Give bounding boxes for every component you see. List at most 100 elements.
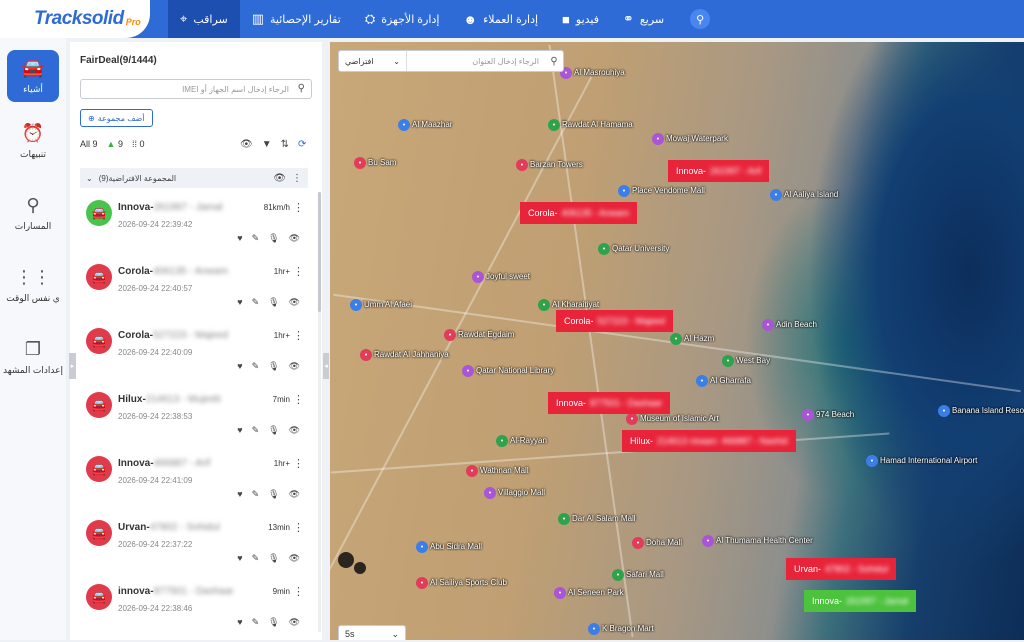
eye-icon[interactable]: 👁 <box>289 553 300 564</box>
eye-icon[interactable]: 👁 <box>289 425 300 436</box>
place-marker-icon[interactable]: • <box>626 413 638 425</box>
place-marker-icon[interactable]: • <box>416 541 428 553</box>
favorite-icon[interactable]: ♥ <box>237 553 242 564</box>
address-search-input[interactable]: الرجاء إدخال العنوان <box>407 57 545 66</box>
place-marker-icon[interactable]: • <box>472 271 484 283</box>
edit-icon[interactable]: ✎ <box>252 553 260 564</box>
place-marker-icon[interactable]: • <box>598 243 610 255</box>
vehicle-marker-label[interactable]: Urvan- 47802 - Sohidul <box>786 558 897 580</box>
vehicle-marker-label[interactable]: Corola- 406135 - Anwam <box>520 202 638 224</box>
refresh-interval-select[interactable]: 5s ⌄ <box>338 625 406 640</box>
place-marker-icon[interactable]: • <box>538 299 550 311</box>
favorite-icon[interactable]: ♥ <box>237 425 242 436</box>
place-marker-icon[interactable]: • <box>612 569 624 581</box>
brand-logo[interactable]: Tracksolid Pro <box>0 0 150 38</box>
eye-icon[interactable]: 👁 <box>289 489 300 500</box>
favorite-icon[interactable]: ♥ <box>237 233 242 244</box>
refresh-icon[interactable]: ⟳ <box>298 139 306 150</box>
favorite-icon[interactable]: ♥ <box>237 617 242 628</box>
filter-online[interactable]: ▲ 9 <box>107 139 123 149</box>
map-view[interactable]: • Al Masrouhiya • Al Maazhar • Rawdat Al Hama… <box>330 42 1024 640</box>
microphone-icon[interactable]: 🎙 <box>268 233 279 244</box>
vehicle-marker-label[interactable]: Innova- 261997 - Jamal <box>804 590 917 612</box>
place-marker-icon[interactable]: • <box>770 189 782 201</box>
place-marker-icon[interactable]: • <box>516 159 528 171</box>
device-row[interactable]: 🚘 Corola-406135 - Anwam 2026-09-24 22:40:5… <box>80 258 308 322</box>
more-icon[interactable]: ⋮ <box>293 393 304 406</box>
device-row[interactable]: 🚘 Hilux-214613 - Mujeeb 2026-09-24 22:38:5… <box>80 386 308 450</box>
filter-offline[interactable]: ⁞⁞ 0 <box>132 139 145 149</box>
place-marker-icon[interactable]: • <box>802 409 814 421</box>
nav-devices[interactable]: ⛭ إدارة الأجهزة <box>353 0 452 38</box>
filter-all[interactable]: All 9 <box>80 139 98 149</box>
nav-video[interactable]: ■ فيديو <box>550 0 611 38</box>
place-marker-icon[interactable]: • <box>354 157 366 169</box>
place-marker-icon[interactable]: • <box>466 465 478 477</box>
favorite-icon[interactable]: ♥ <box>237 361 242 372</box>
add-group-button[interactable]: ⊕ أضف مجموعة <box>80 109 153 127</box>
place-marker-icon[interactable]: • <box>398 119 410 131</box>
vehicle-marker-label[interactable]: Innova- 261997 - Arif <box>668 160 770 182</box>
eye-icon[interactable]: 👁 <box>289 297 300 308</box>
microphone-icon[interactable]: 🎙 <box>268 489 279 500</box>
map-type-select[interactable]: افتراضي ⌄ <box>339 51 407 71</box>
place-marker-icon[interactable]: • <box>588 623 600 635</box>
place-marker-icon[interactable]: • <box>444 329 456 341</box>
place-marker-icon[interactable]: • <box>484 487 496 499</box>
sidebar-item-routes[interactable]: ⚲ المسارات <box>0 180 66 246</box>
microphone-icon[interactable]: 🎙 <box>268 297 279 308</box>
collapse-sidebar-handle[interactable]: ▸ <box>69 353 76 379</box>
eye-icon[interactable]: 👁 <box>289 361 300 372</box>
nav-monitor[interactable]: ⌖ سراقب <box>168 0 240 38</box>
microphone-icon[interactable]: 🎙 <box>268 617 279 628</box>
place-marker-icon[interactable]: • <box>360 349 372 361</box>
nav-customers[interactable]: ☻ إدارة العملاء <box>451 0 550 38</box>
device-row[interactable]: 🚘 Innova-261997 - Jamal 2026-09-24 22:39:4… <box>80 194 308 258</box>
place-marker-icon[interactable]: • <box>722 355 734 367</box>
global-search-button[interactable]: ⚲ <box>690 9 711 29</box>
device-search-input[interactable]: الرجاء إدخال اسم الجهاز أو IMEI ⚲ <box>80 79 312 99</box>
place-marker-icon[interactable]: • <box>670 333 682 345</box>
place-marker-icon[interactable]: • <box>702 535 714 547</box>
favorite-icon[interactable]: ♥ <box>237 489 242 500</box>
place-marker-icon[interactable]: • <box>632 537 644 549</box>
device-row[interactable]: 🚘 Corola-527223 - Majeed 2026-09-24 22:40:… <box>80 322 308 386</box>
edit-icon[interactable]: ✎ <box>252 297 260 308</box>
group-header[interactable]: ⌄ المجموعة الافتراضية(9) 👁 ⋮ <box>80 168 308 188</box>
more-icon[interactable]: ⋮ <box>293 265 304 278</box>
place-marker-icon[interactable]: • <box>938 405 950 417</box>
place-marker-icon[interactable]: • <box>554 587 566 599</box>
sidebar-item-multiscreen[interactable]: ⋮⋮ ي نفس الوقت <box>0 252 66 318</box>
nav-quick[interactable]: ⚭ سريع <box>611 0 676 38</box>
vehicle-marker-label[interactable]: Hilux- 214613 nisaan- 466887 - Nashid <box>622 430 796 452</box>
more-icon[interactable]: ⋮ <box>293 329 304 342</box>
edit-icon[interactable]: ✎ <box>252 425 260 436</box>
place-marker-icon[interactable]: • <box>496 435 508 447</box>
sidebar-item-objects[interactable]: 🚘 أشياء <box>7 50 59 102</box>
device-row[interactable]: 🚘 Urvan-47802 - Sohidul 2026-09-24 22:37:2… <box>80 514 308 578</box>
more-icon[interactable]: ⋮ <box>293 585 304 598</box>
place-marker-icon[interactable]: • <box>866 455 878 467</box>
place-marker-icon[interactable]: • <box>462 365 474 377</box>
eye-icon[interactable]: 👁 <box>273 173 286 184</box>
microphone-icon[interactable]: 🎙 <box>268 361 279 372</box>
edit-icon[interactable]: ✎ <box>252 361 260 372</box>
eye-icon[interactable]: 👁 <box>289 233 300 244</box>
device-row[interactable]: 🚘 innova-877501 - Dashaar 2026-09-24 22:38… <box>80 578 308 642</box>
place-marker-icon[interactable]: • <box>350 299 362 311</box>
place-marker-icon[interactable]: • <box>558 513 570 525</box>
eye-icon[interactable]: 👁 <box>289 617 300 628</box>
place-marker-icon[interactable]: • <box>696 375 708 387</box>
scrollbar-thumb[interactable] <box>318 192 321 312</box>
nav-statistics[interactable]: ▥ تقارير الإحصائية <box>240 0 353 38</box>
sidebar-item-alerts[interactable]: ⏰ تنبيهات <box>0 108 66 174</box>
more-icon[interactable]: ⋮ <box>293 457 304 470</box>
more-icon[interactable]: ⋮ <box>293 521 304 534</box>
vehicle-marker-label[interactable]: Innova- 877501 - Dashaar <box>548 392 671 414</box>
edit-icon[interactable]: ✎ <box>252 617 260 628</box>
more-icon[interactable]: ⋮ <box>292 173 302 184</box>
favorite-icon[interactable]: ♥ <box>237 297 242 308</box>
search-icon[interactable]: ⚲ <box>545 56 563 67</box>
edit-icon[interactable]: ✎ <box>252 489 260 500</box>
eye-icon[interactable]: 👁 <box>240 139 253 150</box>
